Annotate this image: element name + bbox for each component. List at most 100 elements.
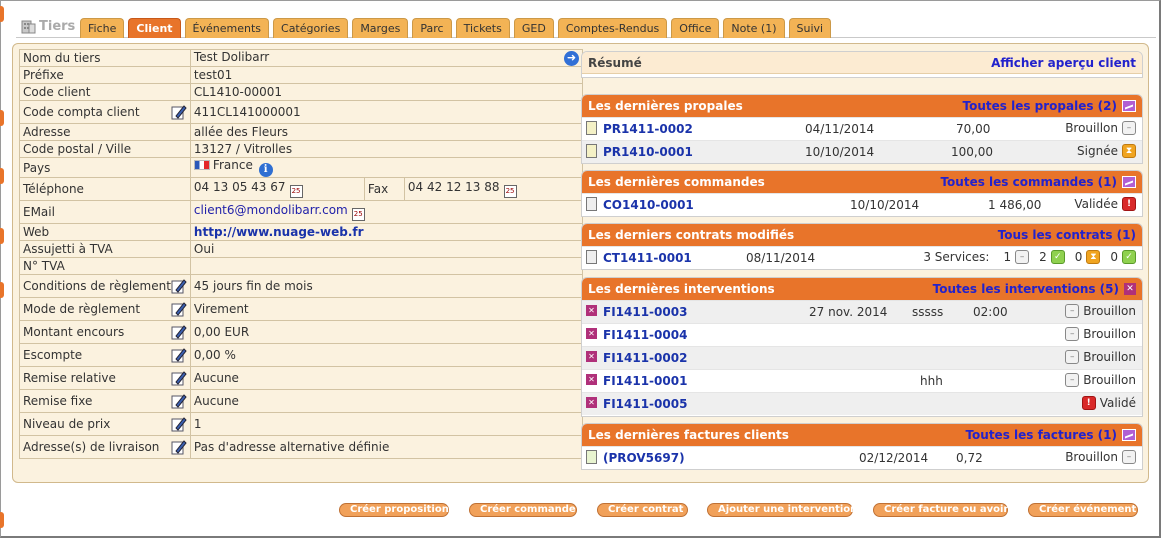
edit-icon[interactable] bbox=[171, 439, 187, 455]
status-expired-icon: ⧗ bbox=[1086, 250, 1101, 264]
edit-icon[interactable] bbox=[171, 347, 187, 363]
edit-icon[interactable] bbox=[171, 278, 187, 294]
livraison-value: Pas d'adresse alternative définie bbox=[189, 435, 584, 459]
fax-cell: 04 42 12 13 88 25 bbox=[403, 177, 584, 201]
livraison-label: Adresse(s) de livraison bbox=[23, 440, 160, 454]
interventions-title: Les dernières interventions bbox=[588, 282, 775, 296]
create-proposal-button[interactable]: Créer proposition bbox=[339, 503, 449, 517]
web-link[interactable]: http://www.nuage-web.fr bbox=[194, 225, 364, 239]
tab-note[interactable]: Note (1) bbox=[723, 18, 785, 38]
adresse-value: allée des Fleurs bbox=[189, 123, 584, 141]
intervention-ref[interactable]: FI1411-0002 bbox=[603, 351, 687, 365]
stats-icon[interactable] bbox=[1122, 176, 1136, 188]
tab-comptes-rendus[interactable]: Comptes-Rendus bbox=[557, 18, 668, 38]
interventions-link[interactable]: Toutes les interventions (5) bbox=[933, 282, 1119, 296]
status-validated-icon: ! bbox=[1122, 197, 1136, 211]
propales-link[interactable]: Toutes les propales (2) bbox=[963, 99, 1117, 113]
add-intervention-button[interactable]: Ajouter une intervention bbox=[707, 503, 857, 517]
invoice-ref[interactable]: (PROV5697) bbox=[603, 451, 685, 465]
ntva-label: N° TVA bbox=[19, 257, 191, 275]
intervention-ref[interactable]: FI1411-0003 bbox=[603, 305, 687, 319]
arrow-right-icon[interactable]: ➜ bbox=[564, 51, 579, 66]
status-closed-icon: ✓ bbox=[1122, 250, 1136, 264]
tab-fiche[interactable]: Fiche bbox=[80, 18, 125, 38]
tab-bar: Tiers Fiche Client Événements Catégories… bbox=[16, 14, 1156, 38]
fax-label: Fax bbox=[363, 177, 405, 201]
cond-value: 45 jours fin de mois bbox=[189, 274, 584, 298]
phone-calendar-icon[interactable]: 25 bbox=[289, 185, 303, 198]
status-signed-icon: ⧗ bbox=[1122, 144, 1136, 158]
escompte-value: 0,00 % bbox=[189, 343, 584, 367]
intervention-stats-icon[interactable]: ✕ bbox=[1124, 283, 1136, 295]
contrats-panel: Les derniers contrats modifiés Tous les … bbox=[581, 223, 1143, 270]
tab-ged[interactable]: GED bbox=[513, 18, 554, 38]
table-row: ✕ FI1411-0003 27 nov. 2014 sssss 02:00 –… bbox=[582, 300, 1142, 323]
status-draft-icon: – bbox=[1122, 121, 1136, 135]
mode-value: Virement bbox=[189, 297, 584, 321]
edit-icon[interactable] bbox=[171, 393, 187, 409]
propal-ref[interactable]: PR1411-0002 bbox=[603, 122, 693, 136]
edit-icon[interactable] bbox=[171, 324, 187, 340]
mode-label: Mode de règlement bbox=[23, 302, 141, 316]
propal-amount: 100,00 bbox=[951, 145, 993, 159]
propal-ref[interactable]: PR1410-0001 bbox=[603, 145, 693, 159]
tab-parc[interactable]: Parc bbox=[412, 18, 452, 38]
edit-icon[interactable] bbox=[171, 370, 187, 386]
tab-office[interactable]: Office bbox=[671, 18, 720, 38]
status-draft-icon: – bbox=[1065, 373, 1080, 387]
remrel-label: Remise relative bbox=[23, 371, 116, 385]
commandes-link[interactable]: Toutes les commandes (1) bbox=[940, 175, 1117, 189]
propales-title: Les dernières propales bbox=[588, 99, 743, 113]
prix-value: 1 bbox=[189, 412, 584, 436]
cp-value: 13127 / Vitrolles bbox=[189, 140, 584, 158]
remfixe-value: Aucune bbox=[189, 389, 584, 413]
tab-categories[interactable]: Catégories bbox=[273, 18, 349, 38]
tabs: Fiche Client Événements Catégories Marge… bbox=[80, 18, 832, 38]
intervention-ref[interactable]: FI1411-0001 bbox=[603, 374, 687, 388]
status-draft-icon: – bbox=[1122, 450, 1136, 464]
contract-date: 08/11/2014 bbox=[746, 251, 816, 265]
table-row: CO1410-0001 10/10/2014 1 486,00 Validée! bbox=[582, 193, 1142, 216]
tel-cell: 04 13 05 43 67 25 bbox=[189, 177, 365, 201]
tiers-header: Tiers bbox=[20, 18, 75, 34]
stats-icon[interactable] bbox=[1122, 100, 1136, 112]
edit-icon[interactable] bbox=[171, 104, 187, 120]
order-ref[interactable]: CO1410-0001 bbox=[603, 198, 694, 212]
propal-date: 04/11/2014 bbox=[805, 122, 875, 136]
contract-ref[interactable]: CT1411-0001 bbox=[603, 251, 692, 265]
tel-label: Téléphone bbox=[19, 177, 191, 201]
resume-title: Résumé bbox=[588, 55, 642, 70]
tab-tickets[interactable]: Tickets bbox=[455, 18, 510, 38]
contract-count-4: 0 bbox=[1110, 250, 1118, 264]
tab-client[interactable]: Client bbox=[128, 18, 181, 38]
intervention-ref[interactable]: FI1411-0004 bbox=[603, 328, 687, 342]
create-order-button[interactable]: Créer commande bbox=[469, 503, 577, 517]
create-invoice-button[interactable]: Créer facture ou avoir bbox=[873, 503, 1008, 517]
contrats-link[interactable]: Tous les contrats (1) bbox=[998, 228, 1136, 242]
email-calendar-icon[interactable]: 25 bbox=[351, 208, 365, 221]
order-date: 10/10/2014 bbox=[850, 198, 920, 212]
propal-icon bbox=[586, 144, 597, 158]
fax-calendar-icon[interactable]: 25 bbox=[503, 185, 517, 198]
pays-cell: France i bbox=[189, 157, 584, 178]
factures-link[interactable]: Toutes les factures (1) bbox=[965, 428, 1117, 442]
fax-value: 04 42 12 13 88 bbox=[407, 180, 500, 194]
intervention-ref[interactable]: FI1411-0005 bbox=[603, 397, 687, 411]
edit-icon[interactable] bbox=[171, 416, 187, 432]
stats-icon[interactable] bbox=[1122, 429, 1136, 441]
info-icon[interactable]: i bbox=[258, 163, 273, 177]
left-edge-markers bbox=[0, 0, 6, 538]
propal-amount: 70,00 bbox=[956, 122, 991, 136]
tab-marges[interactable]: Marges bbox=[352, 18, 409, 38]
status-draft-icon: – bbox=[1065, 350, 1080, 364]
edit-icon[interactable] bbox=[171, 301, 187, 317]
create-contract-button[interactable]: Créer contrat bbox=[597, 503, 688, 517]
tab-evenements[interactable]: Événements bbox=[184, 18, 270, 38]
cp-label: Code postal / Ville bbox=[19, 140, 191, 158]
create-event-button[interactable]: Créer événement bbox=[1028, 503, 1138, 517]
remfixe-label: Remise fixe bbox=[23, 394, 93, 408]
nom-label: Nom du tiers bbox=[19, 49, 191, 67]
resume-link[interactable]: Afficher aperçu client bbox=[991, 56, 1136, 70]
email-link[interactable]: client6@mondolibarr.com bbox=[194, 203, 348, 217]
tab-suivi[interactable]: Suivi bbox=[788, 18, 832, 38]
